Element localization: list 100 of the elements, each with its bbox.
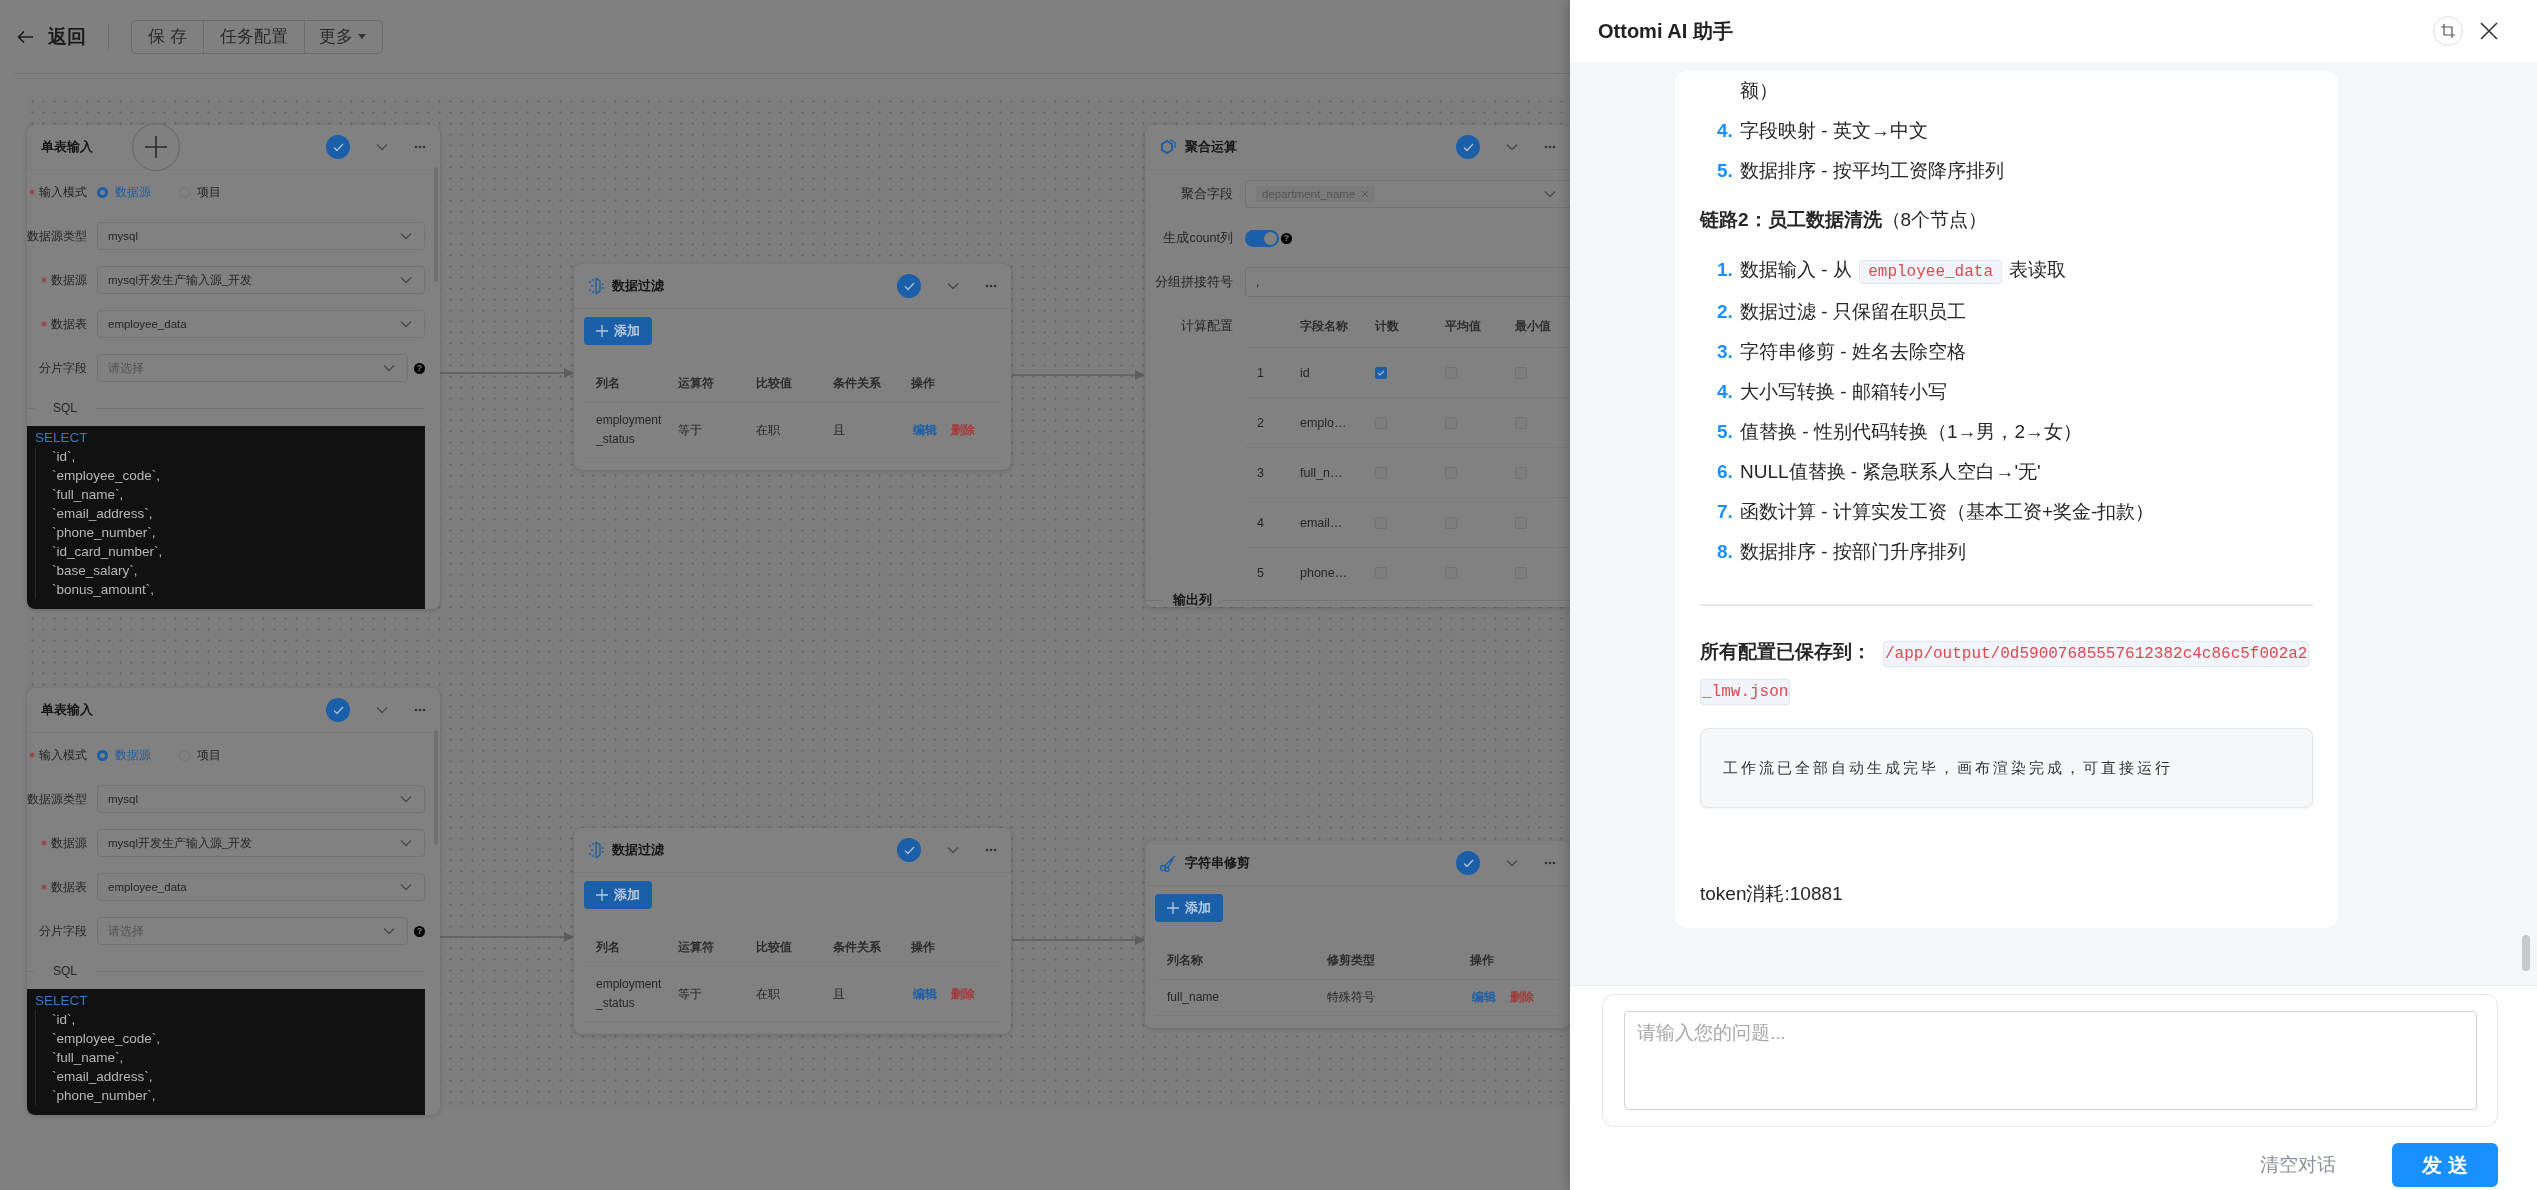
chevron-icon [947,846,959,854]
radio-option[interactable]: 项目 [179,746,221,764]
more-button[interactable] [1544,145,1556,149]
more-dropdown[interactable]: 更多 [304,20,382,53]
select-field[interactable]: mysql [97,222,425,250]
input-field[interactable]: , [1245,267,1570,297]
toolbar-button[interactable]: 保 存 [132,20,204,53]
toggle-switch[interactable] [1245,229,1279,247]
clear-button[interactable]: 清空对话 [2260,1152,2336,1178]
help-icon[interactable]: ? [1281,232,1292,244]
field-label: 输入模式 [27,746,87,764]
code-editor[interactable]: SELECT `id`, `employee_code`, `full_name`, `email_address`, `phone_number`, `id_card_number`, `base_salary`, `bonus_amount`, [27,426,425,609]
select-field[interactable]: employee_data [97,310,425,338]
list-item: 4. 大小写转换 - 邮箱转小写 [1716,380,1948,404]
panel-title: Ottomi AI 助手 [1598,18,1734,44]
radio-option[interactable]: 项目 [179,183,221,201]
chevron-icon [383,364,395,372]
list-item: 3. 字符串修剪 - 姓名去除空格 [1716,340,1967,364]
column-header: 操作 [1458,942,1560,980]
list-item: 6. NULL值替换 - 紧急联系人空白→'无' [1716,460,2042,484]
close-button[interactable] [2479,21,2499,41]
close-icon[interactable] [1361,190,1370,198]
node-title: 单表输入 [41,138,93,156]
list-item: 8. 数据排序 - 按部门升序排列 [1716,540,1967,564]
collapse-button[interactable] [1506,143,1518,151]
chevron-icon [376,143,388,151]
add-button[interactable]: 添加 [584,881,652,909]
plus-icon [596,325,608,337]
table-cell: 且 [821,403,899,458]
field-label: 生成count列 [1162,229,1233,247]
chevron-icon [376,706,388,714]
table-cell: emplo… [1290,398,1365,448]
back-button[interactable]: 返回 [14,23,86,50]
crop-button[interactable] [2433,16,2463,46]
add-button[interactable]: 添加 [1155,894,1223,922]
collapse-button[interactable] [376,706,388,714]
list-item-continuation: 额） [1739,79,1779,103]
scissors-icon [1159,854,1177,872]
select-field[interactable]: employee_data [97,873,425,901]
row-number: 1 [1245,348,1290,398]
check-circle-icon [897,274,921,298]
help-icon[interactable]: ? [414,362,425,374]
column-header: 平均值 [1435,308,1505,348]
more-button[interactable] [985,284,997,288]
node-title: 数据过滤 [612,841,664,859]
collapse-button[interactable] [947,846,959,854]
list-item: 2. 数据过滤 - 只保留在职员工 [1716,300,1967,324]
status-note: 工作流已全部自动生成完毕，画布渲染完成，可直接运行 [1700,728,2313,808]
code-line: `employee_code`, [35,466,425,485]
question-input[interactable]: 请输入您的问题... [1624,1011,2477,1110]
check-circle-icon [897,838,921,862]
toolbar-button[interactable]: 任务配置 [203,20,305,53]
collapse-button[interactable] [1506,859,1518,867]
select-field[interactable]: mysql开发生产输入源_开发 [97,829,425,857]
column-header: 比较值 [744,929,821,967]
table-cell: phone… [1290,548,1365,590]
collapse-button[interactable] [947,282,959,290]
code-line: `base_salary`, [35,561,425,580]
check-circle-icon [326,135,350,159]
list-item: 1. 数据输入 - 从 employee_data 表读取 [1700,250,2313,292]
field-label: 数据表 [27,315,87,333]
code-line: SELECT [34,429,89,447]
crop-icon [2441,24,2455,38]
help-icon[interactable]: ? [414,925,425,937]
field-label: 分片字段 [38,922,87,940]
row-number: 4 [1245,498,1290,548]
list-item: 5. 值替换 - 性别代码转换（1→男，2→女） [1716,420,2084,444]
node-title: 聚合运算 [1185,138,1237,156]
node-title: 字符串修剪 [1185,854,1250,872]
row-number: 5 [1245,548,1290,590]
chevron-icon [400,232,412,240]
more-button[interactable] [414,708,426,712]
select-field[interactable]: mysql [97,785,425,813]
code-line: `phone_number`, [35,523,425,542]
send-button[interactable]: 发 送 [2392,1143,2498,1187]
check-circle-icon [1456,851,1480,875]
code-editor[interactable]: SELECT `id`, `employee_code`, `full_name`, `email_address`, `phone_number`, [27,989,425,1115]
hexagon-icon [1159,138,1177,156]
chevron-icon [383,927,395,935]
plus-icon [145,136,167,158]
filter-icon [588,841,604,859]
column-header: 比较值 [744,365,821,403]
list-item: 4. 字段映射 - 英文→中文 [1716,119,1929,143]
collapse-button[interactable] [376,143,388,151]
add-button[interactable]: 添加 [584,317,652,345]
back-arrow-icon [17,29,34,44]
code-line: `email_address`, [35,1067,425,1086]
more-button[interactable] [1544,861,1556,865]
more-button[interactable] [985,848,997,852]
chevron-icon [400,795,412,803]
field-label: 聚合字段 [1180,185,1233,203]
more-button[interactable] [414,145,426,149]
code-line: `id_card_number`, [35,542,425,561]
row-number: 3 [1245,448,1290,498]
select-field[interactable]: mysql开发生产输入源_开发 [97,266,425,294]
table-cell: 等于 [666,967,744,1022]
code-line: SELECT [34,992,89,1010]
checkbox[interactable] [1375,366,1387,379]
scrollbar-thumb[interactable] [2522,935,2530,971]
code-line: `employee_code`, [35,1029,425,1048]
